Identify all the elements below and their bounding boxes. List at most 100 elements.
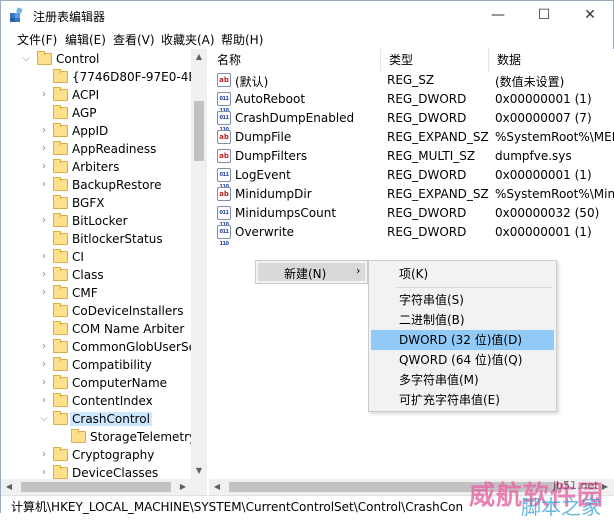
regedit-icon xyxy=(10,7,23,22)
submenu-item-qword-value[interactable]: QWORD (64 位)值(Q) xyxy=(371,350,554,370)
chevron-right-icon[interactable]: › xyxy=(39,394,49,408)
folder-icon xyxy=(53,267,68,281)
column-header-type[interactable]: 类型 xyxy=(381,49,489,71)
value-row[interactable]: 011110 AutoReboot REG_DWORD 0x00000001 (… xyxy=(209,90,614,114)
chevron-right-icon[interactable]: › xyxy=(39,88,49,102)
chevron-right-icon[interactable]: › xyxy=(39,358,49,372)
maximize-button[interactable]: ☐ xyxy=(521,1,567,29)
minimize-button[interactable]: — xyxy=(475,1,521,29)
tree-item[interactable]: BitlockerStatus xyxy=(1,231,191,249)
submenu-item-multi-string-value[interactable]: 多字符串值(M) xyxy=(371,370,554,390)
value-row[interactable]: 011110 CrashDumpEnabled REG_DWORD 0x0000… xyxy=(209,109,614,133)
value-row[interactable]: 011110 MinidumpsCount REG_DWORD 0x000000… xyxy=(209,204,614,228)
tree-item-label: ComputerName xyxy=(72,376,168,390)
submenu-item-key[interactable]: 项(K) xyxy=(371,264,554,284)
tree-item[interactable]: › CommonGlobUserSett xyxy=(1,339,205,357)
value-row[interactable]: 011 110 Overwrite REG_DWORD 0x00000001 (1… xyxy=(209,223,614,247)
chevron-right-icon[interactable]: › xyxy=(39,340,49,354)
submenu-item-expandable-string-value[interactable]: 可扩充字符串值(E) xyxy=(371,390,554,410)
window-title: 注册表编辑器 xyxy=(33,10,106,24)
menu-edit[interactable]: 编辑(E) xyxy=(65,31,106,48)
folder-icon xyxy=(53,357,68,371)
submenu-item-string-value[interactable]: 字符串值(S) xyxy=(371,290,554,310)
value-type: REG_MULTI_SZ xyxy=(387,149,476,163)
tree-vertical-scrollbar[interactable]: ▲ ▼ xyxy=(191,49,207,479)
chevron-right-icon[interactable]: › xyxy=(39,124,49,138)
chevron-right-icon[interactable]: › xyxy=(39,178,49,192)
value-row[interactable]: ab DumpFile REG_EXPAND_SZ %SystemRoot%\M… xyxy=(209,128,614,147)
tree-item[interactable]: › Arbiters xyxy=(1,159,191,177)
menu-help[interactable]: 帮助(H) xyxy=(221,31,263,48)
tree-item[interactable]: › Cryptography xyxy=(1,447,191,465)
tree-item[interactable]: StorageTelemetry xyxy=(1,429,196,447)
column-header-data[interactable]: 数据 xyxy=(489,49,614,71)
scroll-left-icon[interactable]: ◀ xyxy=(209,479,225,495)
chevron-right-icon[interactable]: › xyxy=(39,268,49,282)
value-row[interactable]: ab DumpFilters REG_MULTI_SZ dumpfve.sys xyxy=(209,147,614,166)
column-header-name[interactable]: 名称 xyxy=(209,49,381,71)
scroll-up-icon[interactable]: ▲ xyxy=(191,49,207,65)
chevron-right-icon[interactable]: › xyxy=(39,376,49,390)
tree-item[interactable]: {7746D80F-97E0-4E26- xyxy=(1,69,206,87)
tree-item-control[interactable]: ⌵ Control xyxy=(1,51,191,69)
value-type: REG_EXPAND_SZ xyxy=(387,130,489,144)
chevron-right-icon[interactable]: › xyxy=(39,142,49,156)
value-name: MinidumpDir xyxy=(235,187,312,201)
tree-item-label: BackupRestore xyxy=(72,178,162,192)
scroll-right-icon[interactable]: ▶ xyxy=(175,479,191,495)
submenu-item-dword-value[interactable]: DWORD (32 位)值(D) xyxy=(371,330,554,350)
scroll-thumb[interactable] xyxy=(21,482,171,492)
chevron-right-icon[interactable]: › xyxy=(39,160,49,174)
tree-item-label: COM Name Arbiter xyxy=(72,322,185,336)
tree-item[interactable]: › CI xyxy=(1,249,191,267)
chevron-down-icon[interactable]: ⌵ xyxy=(21,52,31,66)
value-data: 0x00000001 (1) xyxy=(495,225,592,239)
value-row[interactable]: 011110 LogEvent REG_DWORD 0x00000001 (1) xyxy=(209,166,614,190)
chevron-right-icon[interactable]: › xyxy=(39,448,49,462)
folder-icon xyxy=(53,393,68,407)
tree-item[interactable]: › AppID xyxy=(1,123,191,141)
chevron-down-icon[interactable]: ⌵ xyxy=(39,412,49,426)
tree-item[interactable]: › CMF xyxy=(1,285,191,303)
tree-item[interactable]: › AppReadiness xyxy=(1,141,191,159)
scroll-left-icon[interactable]: ◀ xyxy=(1,479,17,495)
tree-item[interactable]: › Compatibility xyxy=(1,357,191,375)
tree-item[interactable]: › Class xyxy=(1,267,191,285)
tree-item[interactable]: › ACPI xyxy=(1,87,191,105)
tree-item-label: StorageTelemetry xyxy=(90,430,197,444)
scroll-thumb[interactable] xyxy=(194,101,204,161)
scroll-down-icon[interactable]: ▼ xyxy=(191,463,207,479)
value-row[interactable]: ab (默认) REG_SZ (数值未设置) xyxy=(209,71,614,90)
tree-item[interactable]: › BitLocker xyxy=(1,213,191,231)
value-row[interactable]: ab MinidumpDir REG_EXPAND_SZ %SystemRoot… xyxy=(209,185,614,204)
tree-item-label: {7746D80F-97E0-4E26- xyxy=(72,70,207,84)
value-data: dumpfve.sys xyxy=(495,149,572,163)
tree-item[interactable]: › DeviceClasses xyxy=(1,465,191,479)
close-button[interactable]: ✕ xyxy=(567,1,613,29)
chevron-right-icon[interactable]: › xyxy=(39,286,49,300)
menu-file[interactable]: 文件(F) xyxy=(17,31,57,48)
tree-item[interactable]: › ComputerName xyxy=(1,375,191,393)
tree-item[interactable]: › BackupRestore xyxy=(1,177,191,195)
tree-item[interactable]: BGFX xyxy=(1,195,191,213)
chevron-right-icon[interactable]: › xyxy=(39,466,49,479)
menu-view[interactable]: 查看(V) xyxy=(113,31,155,48)
tree-item-crashcontrol[interactable]: ⌵ CrashControl xyxy=(1,411,191,429)
menu-favorites[interactable]: 收藏夹(A) xyxy=(161,31,215,48)
tree-item[interactable]: AGP xyxy=(1,105,191,123)
tree-item[interactable]: › ContentIndex xyxy=(1,393,191,411)
tree-item-label: ACPI xyxy=(72,88,100,102)
registry-key-tree[interactable]: ⌵ Control {7746D80F-97E0-4E26- › ACPI AG… xyxy=(1,49,207,479)
chevron-right-icon[interactable]: › xyxy=(39,250,49,264)
submenu-item-binary-value[interactable]: 二进制值(B) xyxy=(371,310,554,330)
tree-item[interactable]: CoDeviceInstallers xyxy=(1,303,191,321)
string-value-icon: ab xyxy=(217,187,231,201)
chevron-right-icon[interactable]: › xyxy=(39,214,49,228)
tree-item-label: CommonGlobUserSett xyxy=(72,340,206,354)
folder-icon xyxy=(53,105,68,119)
tree-horizontal-scrollbar[interactable]: ◀ ▶ xyxy=(1,479,207,495)
binary-value-icon: 011110 xyxy=(217,225,231,247)
tree-item[interactable]: COM Name Arbiter xyxy=(1,321,191,339)
tree-item-label: Class xyxy=(72,268,104,282)
registry-editor-window: 注册表编辑器 — ☐ ✕ 文件(F) 编辑(E) 查看(V) 收藏夹(A) 帮助… xyxy=(0,0,614,519)
